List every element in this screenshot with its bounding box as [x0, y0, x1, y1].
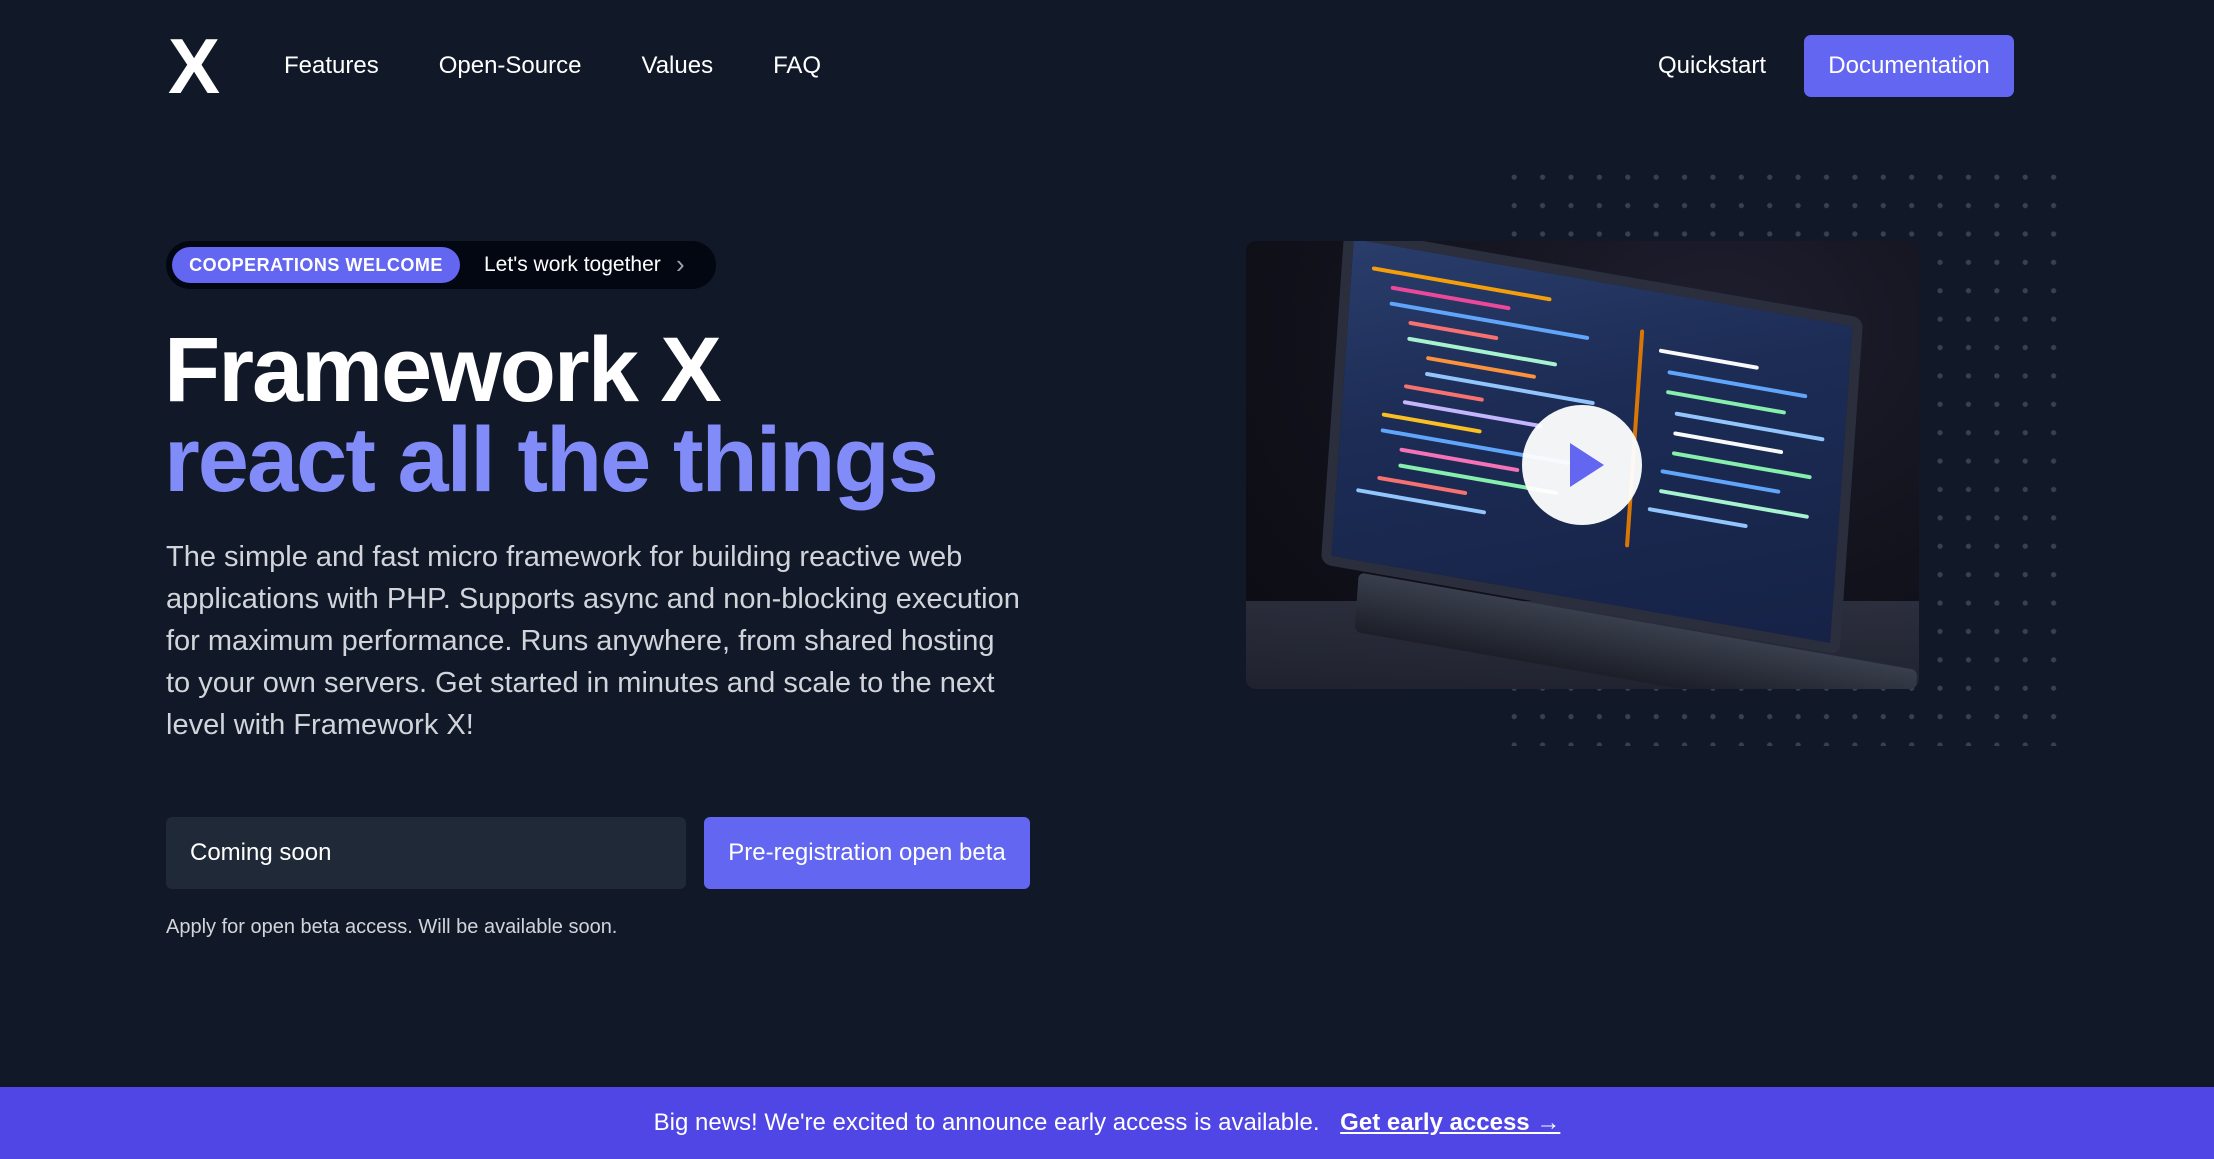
pre-registration-button[interactable]: Pre-registration open beta [704, 817, 1030, 889]
cooperation-badge[interactable]: COOPERATIONS WELCOME Let's work together… [166, 241, 716, 289]
documentation-button[interactable]: Documentation [1804, 35, 2014, 97]
nav-links: Features Open-Source Values FAQ [284, 48, 821, 84]
code-line [1402, 399, 1543, 429]
page: X Features Open-Source Values FAQ Quicks… [0, 0, 2214, 1159]
code-line [1424, 371, 1595, 406]
badge-pill: COOPERATIONS WELCOME [172, 247, 460, 283]
nav-link-features[interactable]: Features [284, 48, 379, 84]
video-thumbnail[interactable] [1246, 241, 1919, 689]
code-line [1660, 469, 1781, 494]
hero-title: Framework X [164, 319, 722, 421]
play-icon [1570, 443, 1604, 487]
nav-link-faq[interactable]: FAQ [773, 48, 821, 84]
logo[interactable]: X [168, 27, 220, 105]
code-line [1666, 389, 1787, 415]
email-input[interactable] [166, 817, 686, 889]
chevron-right-icon: › [676, 249, 685, 279]
code-line [1371, 266, 1552, 302]
code-line [1408, 320, 1499, 341]
code-line [1658, 348, 1759, 370]
code-line [1673, 431, 1784, 455]
code-line [1377, 475, 1468, 496]
code-line [1407, 336, 1558, 367]
nav-link-open-source[interactable]: Open-Source [439, 48, 582, 84]
nav-link-values[interactable]: Values [641, 48, 713, 84]
announcement-banner: Big news! We're excited to announce earl… [0, 1087, 2214, 1159]
code-line [1647, 506, 1748, 529]
banner-text: Big news! We're excited to announce earl… [653, 1109, 1320, 1136]
play-button[interactable] [1522, 405, 1642, 525]
code-line [1403, 384, 1484, 402]
early-access-link[interactable]: Get early access → [1340, 1109, 1560, 1136]
badge-text: Let's work together [484, 253, 661, 276]
top-nav: X Features Open-Source Values FAQ Quicks… [0, 0, 2214, 132]
form-hint: Apply for open beta access. Will be avai… [166, 916, 618, 938]
hero-subtitle: react all the things [164, 409, 939, 511]
quickstart-link[interactable]: Quickstart [1658, 48, 1766, 84]
hero-description: The simple and fast micro framework for … [166, 541, 1020, 741]
